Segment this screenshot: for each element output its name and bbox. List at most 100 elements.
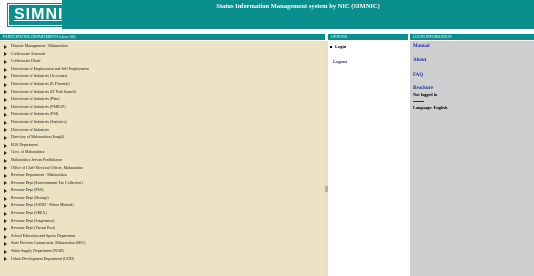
- triangle-right-icon: [4, 113, 7, 118]
- triangle-right-icon: [4, 181, 7, 186]
- department-label[interactable]: School Education and Sports Department: [11, 233, 75, 241]
- triangle-right-icon: [4, 257, 7, 262]
- department-label[interactable]: Office of Chief Electoral Officer, Mahar…: [11, 165, 83, 173]
- department-item[interactable]: Directorate of Industries: [4, 127, 327, 135]
- department-label[interactable]: Revenue Dept (Vacant Post): [11, 225, 55, 233]
- triangle-right-icon: [4, 135, 7, 140]
- triangle-right-icon: [4, 128, 7, 133]
- triangle-right-icon: [4, 211, 7, 216]
- department-label[interactable]: Revenue Dept (Entertainment Tax Collecti…: [11, 180, 83, 188]
- page-title: Status Information Management system by …: [216, 3, 380, 10]
- department-label[interactable]: State Election Commission, Maharashtra (…: [11, 240, 85, 248]
- department-label[interactable]: Directorate of Industries (E.P branch): [11, 81, 70, 89]
- department-label[interactable]: Revenue Dept (Suspension): [11, 218, 54, 226]
- options-header: OPTIONS: [328, 34, 408, 40]
- department-item[interactable]: Directorate of Employment and Self Emplo…: [4, 66, 327, 74]
- login-info-panel: Manual About FAQ Brochure Not logged in …: [410, 41, 534, 276]
- department-label[interactable]: Directorate of Employment and Self Emplo…: [11, 66, 89, 74]
- department-label[interactable]: Revenue Dept (SREA): [11, 210, 47, 218]
- language-label: Language: English: [413, 105, 448, 110]
- department-label[interactable]: Directorate of Industries (Statistics): [11, 119, 67, 127]
- department-item[interactable]: Directorate of Industries (IT Park branc…: [4, 89, 327, 97]
- department-label[interactable]: Water Supply Department (WSD): [11, 248, 64, 256]
- triangle-right-icon: [4, 234, 7, 239]
- department-item[interactable]: Directorate of Industries (Plan): [4, 96, 327, 104]
- logout-link[interactable]: Logout: [333, 59, 347, 64]
- about-link[interactable]: About: [413, 58, 426, 63]
- department-label[interactable]: Govt. of Maharashtra: [11, 149, 44, 157]
- department-label[interactable]: Revenue Dept (Receipt): [11, 195, 49, 203]
- department-item[interactable]: Urban Development Department (UDD): [4, 256, 327, 264]
- department-label[interactable]: EGS Department: [11, 142, 38, 150]
- department-label[interactable]: Collectorate Dhule: [11, 58, 41, 66]
- triangle-right-icon: [4, 105, 7, 110]
- department-item[interactable]: EGS Department: [4, 142, 327, 150]
- department-item[interactable]: Directorate of Industries (E.P branch): [4, 81, 327, 89]
- triangle-right-icon: [4, 242, 7, 247]
- login-label[interactable]: Login: [335, 44, 346, 49]
- options-panel: Login Logout: [328, 41, 408, 276]
- triangle-right-icon: [4, 143, 7, 148]
- department-item[interactable]: Revenue Dept (Receipt): [4, 195, 327, 203]
- department-label[interactable]: Revenue Department - Maharashtra: [11, 172, 67, 180]
- department-list: Disaster Management - Maharashtra Collect…: [0, 41, 327, 263]
- triangle-right-icon: [4, 52, 7, 57]
- department-label[interactable]: Directorate of Industries: [11, 127, 49, 135]
- bullet-icon: [330, 45, 332, 48]
- title-bar: Status Information Management system by …: [62, 0, 534, 29]
- department-label[interactable]: Collectorate Amravati: [11, 51, 45, 59]
- department-item[interactable]: Water Supply Department (WSD): [4, 248, 327, 256]
- department-item[interactable]: Collectorate Dhule: [4, 58, 327, 66]
- triangle-right-icon: [4, 67, 7, 72]
- department-item[interactable]: Revenue Department - Maharashtra: [4, 172, 327, 180]
- triangle-right-icon: [4, 196, 7, 201]
- department-label[interactable]: Directory of Maharashtra (Sangli): [11, 134, 64, 142]
- department-label[interactable]: Directorate of Industries (PSI): [11, 111, 58, 119]
- department-label[interactable]: Directorate of Industries (Plan): [11, 96, 60, 104]
- department-item[interactable]: Disaster Management - Maharashtra: [4, 43, 327, 51]
- department-item[interactable]: Office of Chief Electoral Officer, Mahar…: [4, 165, 327, 173]
- triangle-right-icon: [4, 219, 7, 224]
- department-item[interactable]: Directorate of Industries (PSI): [4, 111, 327, 119]
- login-option[interactable]: Login: [330, 44, 346, 49]
- manual-link[interactable]: Manual: [413, 44, 430, 49]
- department-item[interactable]: Govt. of Maharashtra: [4, 149, 327, 157]
- triangle-right-icon: [4, 59, 7, 64]
- triangle-right-icon: [4, 82, 7, 87]
- department-item[interactable]: Directory of Maharashtra (Sangli): [4, 134, 327, 142]
- triangle-right-icon: [4, 90, 7, 95]
- department-item[interactable]: Revenue Dept (Suspension): [4, 218, 327, 226]
- triangle-right-icon: [4, 158, 7, 163]
- department-label[interactable]: Maharashtra Jeevan Pradhikaran: [11, 157, 62, 165]
- department-item[interactable]: Maharashtra Jeevan Pradhikaran: [4, 157, 327, 165]
- department-item[interactable]: School Education and Sports Department: [4, 233, 327, 241]
- triangle-right-icon: [4, 249, 7, 254]
- triangle-right-icon: [4, 97, 7, 102]
- brochure-link[interactable]: Brochure: [413, 86, 433, 91]
- department-label[interactable]: Revenue Dept (SAND - Minor Mineral): [11, 202, 74, 210]
- department-item[interactable]: Revenue Dept (Entertainment Tax Collecti…: [4, 180, 327, 188]
- department-item[interactable]: Collectorate Amravati: [4, 51, 327, 59]
- department-item[interactable]: Revenue Dept (Vacant Post): [4, 225, 327, 233]
- department-item[interactable]: Revenue Dept (PAS): [4, 187, 327, 195]
- header: SIMNIC Status Information Management sys…: [0, 0, 534, 29]
- department-label[interactable]: Directorate of Industries (Accounts): [11, 73, 67, 81]
- department-item[interactable]: State Election Commission, Maharashtra (…: [4, 240, 327, 248]
- triangle-right-icon: [4, 75, 7, 80]
- departments-header[interactable]: PARTICIPATING DEPARTMENTS (show All): [0, 34, 325, 40]
- department-label[interactable]: Urban Development Department (UDD): [11, 256, 74, 264]
- department-item[interactable]: Revenue Dept (SAND - Minor Mineral): [4, 202, 327, 210]
- triangle-right-icon: [4, 44, 7, 49]
- triangle-right-icon: [4, 166, 7, 171]
- department-item[interactable]: Revenue Dept (SREA): [4, 210, 327, 218]
- triangle-right-icon: [4, 120, 7, 125]
- triangle-right-icon: [4, 204, 7, 209]
- department-label[interactable]: Directorate of Industries (PMEGP): [11, 104, 66, 112]
- department-item[interactable]: Directorate of Industries (PMEGP): [4, 104, 327, 112]
- department-item[interactable]: Directorate of Industries (Accounts): [4, 73, 327, 81]
- department-label[interactable]: Disaster Management - Maharashtra: [11, 43, 68, 51]
- department-label[interactable]: Revenue Dept (PAS): [11, 187, 44, 195]
- department-label[interactable]: Directorate of Industries (IT Park branc…: [11, 89, 76, 97]
- faq-link[interactable]: FAQ: [413, 73, 423, 78]
- department-item[interactable]: Directorate of Industries (Statistics): [4, 119, 327, 127]
